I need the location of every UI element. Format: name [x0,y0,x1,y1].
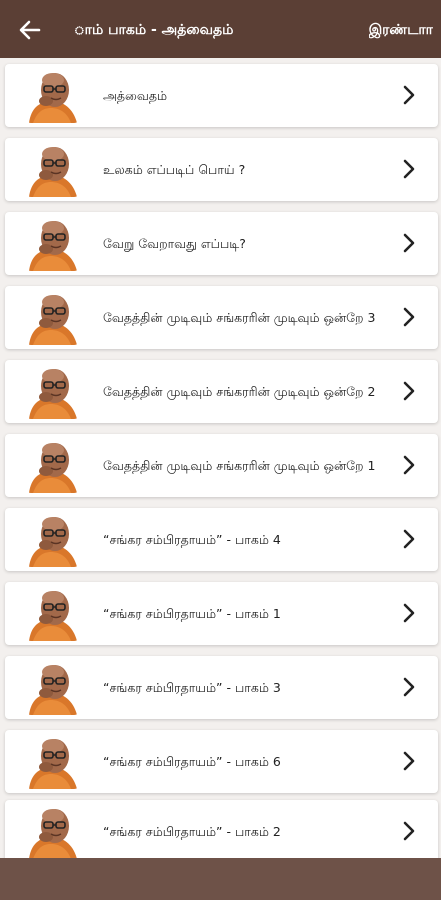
bottom-bar [0,858,441,900]
list-item-label: “சங்கர சம்பிரதாயம்” - பாகம் 3 [103,680,281,695]
list-item[interactable]: வேதத்தின் முடிவும் சங்கரரின் முடிவும் ஒன… [5,434,438,497]
chevron-right-icon [398,454,420,476]
page-title: ாம் பாகம் - அத்வைதம் [74,22,234,38]
author-avatar [25,734,80,789]
author-avatar [25,142,80,197]
list-item-label: “சங்கர சம்பிரதாயம்” - பாகம் 4 [103,532,281,547]
article-list: அத்வைதம் உலகம் எப்படிப் பொய் ? வேறு வேறா… [0,58,441,858]
list-item[interactable]: வேதத்தின் முடிவும் சங்கரரின் முடிவும் ஒன… [5,360,438,423]
list-item[interactable]: “சங்கர சம்பிரதாயம்” - பாகம் 6 [5,730,438,793]
chevron-right-icon [398,306,420,328]
list-item[interactable]: “சங்கர சம்பிரதாயம்” - பாகம் 2 [5,800,438,858]
author-avatar [25,216,80,271]
chevron-right-icon [398,232,420,254]
author-avatar [25,68,80,123]
list-item[interactable]: “சங்கர சம்பிரதாயம்” - பாகம் 1 [5,582,438,645]
chevron-right-icon [398,602,420,624]
chevron-right-icon [398,528,420,550]
list-item[interactable]: அத்வைதம் [5,64,438,127]
chevron-right-icon [398,84,420,106]
author-avatar [25,364,80,419]
list-item[interactable]: “சங்கர சம்பிரதாயம்” - பாகம் 4 [5,508,438,571]
author-avatar [25,512,80,567]
author-avatar [25,438,80,493]
list-item-label: “சங்கர சம்பிரதாயம்” - பாகம் 1 [103,606,281,621]
list-item-label: உலகம் எப்படிப் பொய் ? [103,162,246,177]
app-header: ாம் பாகம் - அத்வைதம் இரண்டாா [0,0,441,58]
list-item[interactable]: வேதத்தின் முடிவும் சங்கரரின் முடிவும் ஒன… [5,286,438,349]
author-avatar [25,290,80,345]
author-avatar [25,804,80,858]
chevron-right-icon [398,380,420,402]
chevron-right-icon [398,676,420,698]
chevron-right-icon [398,158,420,180]
list-item-label: “சங்கர சம்பிரதாயம்” - பாகம் 2 [103,824,281,839]
author-avatar [25,660,80,715]
list-item-label: வேதத்தின் முடிவும் சங்கரரின் முடிவும் ஒன… [103,384,376,399]
list-item-label: அத்வைதம் [103,88,168,103]
list-item-label: வேறு வேறாவது எப்படி? [103,236,246,251]
list-item[interactable]: “சங்கர சம்பிரதாயம்” - பாகம் 3 [5,656,438,719]
header-right-label: இரண்டாா [368,22,433,38]
list-item-label: வேதத்தின் முடிவும் சங்கரரின் முடிவும் ஒன… [103,458,376,473]
list-item[interactable]: வேறு வேறாவது எப்படி? [5,212,438,275]
chevron-right-icon [398,750,420,772]
chevron-right-icon [398,820,420,842]
list-item[interactable]: உலகம் எப்படிப் பொய் ? [5,138,438,201]
author-avatar [25,586,80,641]
list-item-label: “சங்கர சம்பிரதாயம்” - பாகம் 6 [103,754,281,769]
back-arrow-icon[interactable] [14,14,46,46]
list-item-label: வேதத்தின் முடிவும் சங்கரரின் முடிவும் ஒன… [103,310,376,325]
